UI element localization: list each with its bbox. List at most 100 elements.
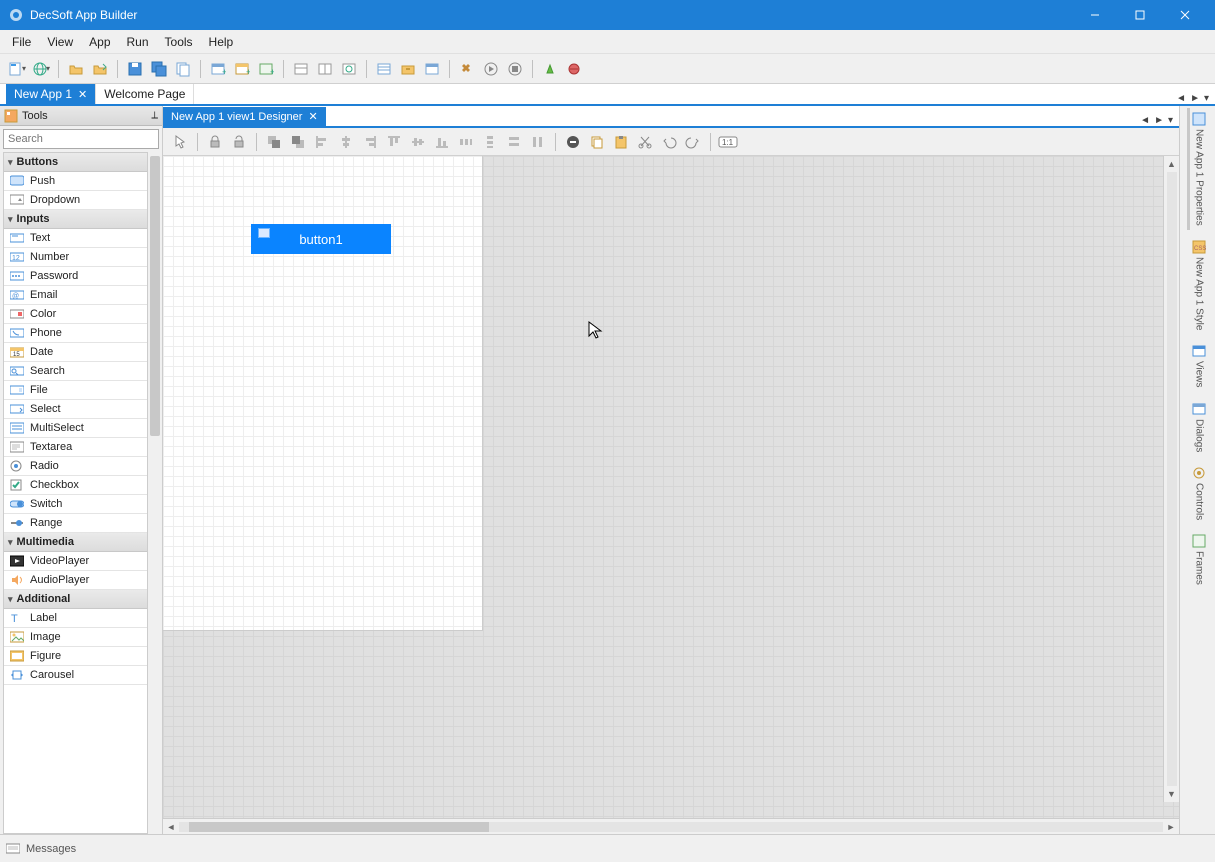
align-middle-v-button[interactable] xyxy=(407,131,429,153)
database-button[interactable] xyxy=(373,58,395,80)
unlock-button[interactable] xyxy=(228,131,250,153)
tab-prev-button[interactable]: ◄ xyxy=(1140,115,1150,126)
tab-welcome-page[interactable]: Welcome Page xyxy=(96,84,194,104)
scroll-up-icon[interactable]: ▲ xyxy=(1164,156,1179,172)
align-center-h-button[interactable] xyxy=(335,131,357,153)
scroll-right-icon[interactable]: ► xyxy=(1163,822,1179,832)
manage-files-button[interactable] xyxy=(290,58,312,80)
tool-range[interactable]: Range xyxy=(4,514,147,533)
window-close-button[interactable] xyxy=(1162,0,1207,30)
canvas-vscroll[interactable]: ▲ ▼ xyxy=(1163,156,1179,802)
tool-file[interactable]: File xyxy=(4,381,147,400)
stop-button[interactable] xyxy=(504,58,526,80)
tool-radio[interactable]: Radio xyxy=(4,457,147,476)
align-right-button[interactable] xyxy=(359,131,381,153)
cut-button[interactable] xyxy=(634,131,656,153)
category-multimedia[interactable]: ▾Multimedia xyxy=(4,533,147,552)
tool-color[interactable]: Color xyxy=(4,305,147,324)
close-icon[interactable]: ✕ xyxy=(308,110,317,123)
tool-dropdown[interactable]: Dropdown xyxy=(4,191,147,210)
canvas-page[interactable]: button1 xyxy=(163,156,483,631)
window-preview-button[interactable] xyxy=(421,58,443,80)
debug-red-button[interactable] xyxy=(563,58,585,80)
tab-prev-button[interactable]: ◄ xyxy=(1176,93,1186,104)
menu-help[interactable]: Help xyxy=(201,32,242,52)
control-button1[interactable]: button1 xyxy=(251,224,391,254)
tool-push[interactable]: Push xyxy=(4,172,147,191)
tool-label[interactable]: TLabel xyxy=(4,609,147,628)
menu-app[interactable]: App xyxy=(81,32,118,52)
tools-scrollbar[interactable] xyxy=(148,152,162,834)
run-button[interactable] xyxy=(480,58,502,80)
vtab-views[interactable]: Views xyxy=(1187,340,1208,392)
pin-icon[interactable]: ⟂ xyxy=(151,110,158,121)
debug-green-button[interactable] xyxy=(539,58,561,80)
same-width-button[interactable] xyxy=(503,131,525,153)
align-bottom-button[interactable] xyxy=(431,131,453,153)
tool-videoplayer[interactable]: VideoPlayer xyxy=(4,552,147,571)
tool-checkbox[interactable]: Checkbox xyxy=(4,476,147,495)
tab-next-button[interactable]: ► xyxy=(1190,93,1200,104)
close-icon[interactable]: ✕ xyxy=(78,88,87,101)
lock-button[interactable] xyxy=(204,131,226,153)
tool-figure[interactable]: Figure xyxy=(4,647,147,666)
tool-textarea[interactable]: Textarea xyxy=(4,438,147,457)
vtab-dialogs[interactable]: Dialogs xyxy=(1187,398,1208,456)
tool-image[interactable]: Image xyxy=(4,628,147,647)
vtab-controls[interactable]: Controls xyxy=(1187,462,1208,524)
distribute-v-button[interactable] xyxy=(479,131,501,153)
copy-control-button[interactable] xyxy=(586,131,608,153)
distribute-h-button[interactable] xyxy=(455,131,477,153)
tool-date[interactable]: 15Date xyxy=(4,343,147,362)
options-button[interactable] xyxy=(456,58,478,80)
bring-front-button[interactable] xyxy=(263,131,285,153)
archive-button[interactable] xyxy=(397,58,419,80)
pointer-button[interactable] xyxy=(169,131,191,153)
tab-next-button[interactable]: ► xyxy=(1154,115,1164,126)
tab-new-app-1[interactable]: New App 1 ✕ xyxy=(6,84,96,104)
canvas-hscroll[interactable]: ◄ ► xyxy=(163,818,1179,834)
messages-bar[interactable]: Messages xyxy=(0,834,1215,862)
save-button[interactable] xyxy=(124,58,146,80)
delete-button[interactable] xyxy=(562,131,584,153)
tool-multiselect[interactable]: MultiSelect xyxy=(4,419,147,438)
tab-menu-button[interactable]: ▾ xyxy=(1204,93,1209,104)
new-file-dropdown[interactable]: ▾ xyxy=(6,58,28,80)
tool-number[interactable]: 12Number xyxy=(4,248,147,267)
category-inputs[interactable]: ▾Inputs xyxy=(4,210,147,229)
same-height-button[interactable] xyxy=(527,131,549,153)
copy-button[interactable] xyxy=(172,58,194,80)
window-maximize-button[interactable] xyxy=(1117,0,1162,30)
tool-carousel[interactable]: Carousel xyxy=(4,666,147,685)
tool-switch[interactable]: Switch xyxy=(4,495,147,514)
redo-button[interactable] xyxy=(682,131,704,153)
tool-audioplayer[interactable]: AudioPlayer xyxy=(4,571,147,590)
vtab-frames[interactable]: Frames xyxy=(1187,530,1208,589)
designer-canvas[interactable]: button1 ▲ ▼ xyxy=(163,156,1179,818)
align-top-button[interactable] xyxy=(383,131,405,153)
open-recent-button[interactable] xyxy=(89,58,111,80)
window-minimize-button[interactable] xyxy=(1072,0,1117,30)
scroll-down-icon[interactable]: ▼ xyxy=(1164,786,1179,802)
tool-search[interactable]: Search xyxy=(4,362,147,381)
save-all-button[interactable] xyxy=(148,58,170,80)
manage-resources-button[interactable] xyxy=(314,58,336,80)
menu-view[interactable]: View xyxy=(39,32,81,52)
globe-dropdown[interactable]: ▾ xyxy=(30,58,52,80)
designer-tab-view1[interactable]: New App 1 view1 Designer ✕ xyxy=(163,107,326,126)
tab-menu-button[interactable]: ▾ xyxy=(1168,115,1173,126)
manage-languages-button[interactable] xyxy=(338,58,360,80)
paste-control-button[interactable] xyxy=(610,131,632,153)
open-folder-button[interactable] xyxy=(65,58,87,80)
send-back-button[interactable] xyxy=(287,131,309,153)
zoom-button[interactable]: 1:1 xyxy=(717,131,739,153)
menu-file[interactable]: File xyxy=(4,32,39,52)
menu-run[interactable]: Run xyxy=(119,32,157,52)
menu-tools[interactable]: Tools xyxy=(157,32,201,52)
tools-search-input[interactable] xyxy=(3,129,159,149)
category-additional[interactable]: ▾Additional xyxy=(4,590,147,609)
undo-button[interactable] xyxy=(658,131,680,153)
tool-text[interactable]: Text xyxy=(4,229,147,248)
add-view-button[interactable]: + xyxy=(207,58,229,80)
category-buttons[interactable]: ▾Buttons xyxy=(4,153,147,172)
